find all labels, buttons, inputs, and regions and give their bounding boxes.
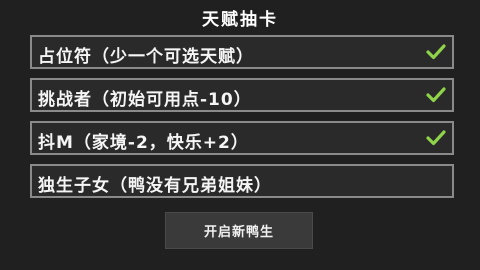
talent-list: 占位符（少一个可选天赋） 挑战者（初始可用点-10） 抖M（家境-2，快乐+2）… (30, 35, 454, 207)
page-title: 天赋抽卡 (202, 10, 278, 30)
check-icon (426, 87, 446, 103)
talent-row-4[interactable]: 独生子女（鸭没有兄弟姐妹） (30, 164, 454, 198)
start-new-life-button[interactable]: 开启新鸭生 (165, 212, 313, 249)
talent-row-2[interactable]: 挑战者（初始可用点-10） (30, 78, 454, 112)
talent-label: 挑战者（初始可用点-10） (38, 90, 252, 110)
talent-label: 抖M（家境-2，快乐+2） (38, 133, 249, 153)
talent-row-3[interactable]: 抖M（家境-2，快乐+2） (30, 121, 454, 155)
talent-label: 独生子女（鸭没有兄弟姐妹） (38, 176, 272, 196)
talent-label: 占位符（少一个可选天赋） (38, 47, 254, 67)
check-icon (426, 44, 446, 60)
talent-row-1[interactable]: 占位符（少一个可选天赋） (30, 35, 454, 69)
check-icon (426, 130, 446, 146)
